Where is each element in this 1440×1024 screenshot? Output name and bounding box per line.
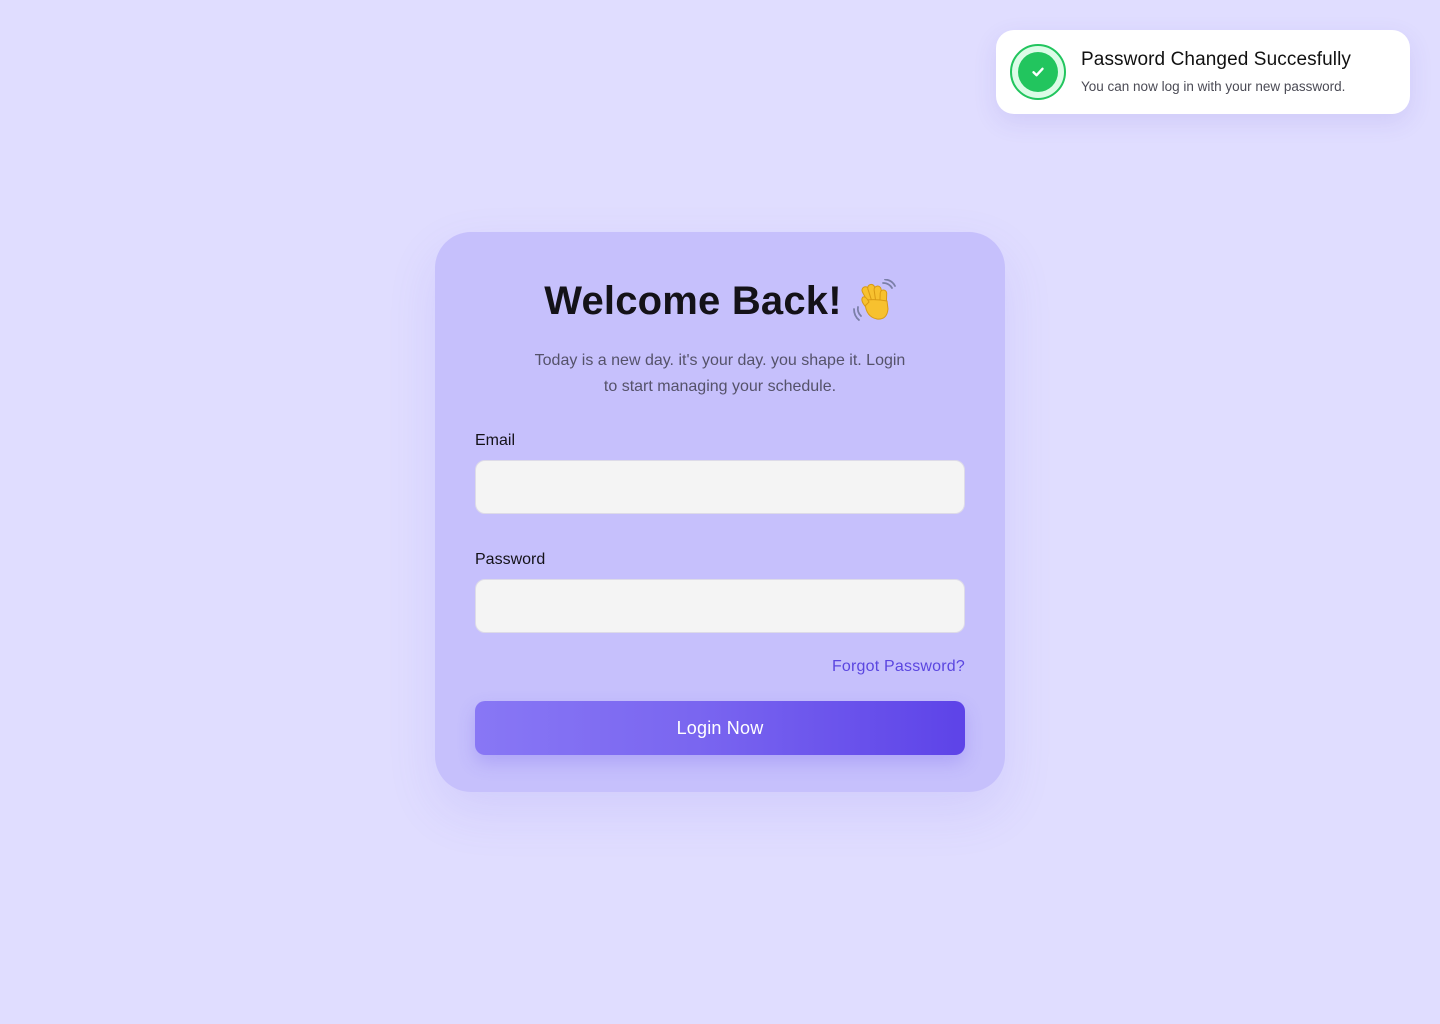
email-label: Email	[475, 432, 516, 449]
login-button[interactable]: Login Now	[475, 701, 965, 755]
check-icon	[1018, 52, 1058, 92]
password-label: Password	[475, 551, 546, 568]
forgot-password-row: Forgot Password?	[475, 657, 965, 677]
login-card: Welcome Back! Today is a new day. it's y…	[435, 232, 1005, 792]
waving-hand-icon	[852, 279, 896, 323]
toast-message: You can now log in with your new passwor…	[1081, 79, 1346, 94]
success-toast: Password Changed Succesfully You can now…	[996, 30, 1410, 114]
page-subtitle: Today is a new day. it's your day. you s…	[534, 352, 906, 395]
page-title: Welcome Back!	[544, 278, 842, 323]
card-header: Welcome Back!	[475, 276, 965, 326]
forgot-password-link[interactable]: Forgot Password?	[832, 658, 965, 675]
email-field[interactable]	[475, 460, 965, 514]
toast-title: Password Changed Succesfully	[1081, 49, 1351, 70]
password-field[interactable]	[475, 579, 965, 633]
success-status-indicator	[1010, 44, 1066, 100]
toast-content: Password Changed Succesfully You can now…	[1081, 48, 1351, 96]
